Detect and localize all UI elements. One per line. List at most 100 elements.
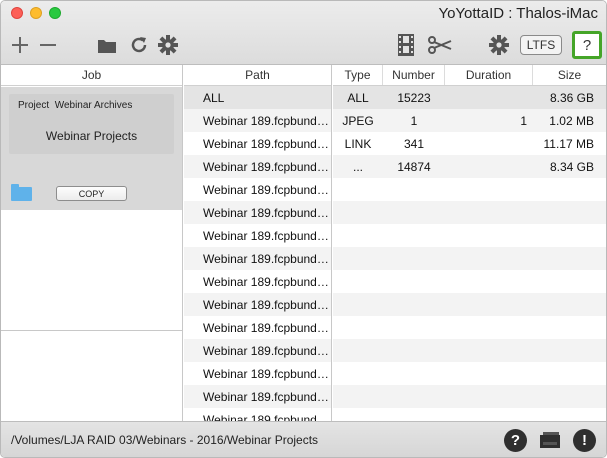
stats-row (333, 362, 606, 385)
job-header-label: Job (81, 68, 102, 82)
path-row[interactable]: Webinar 189.fcpbund… (184, 362, 331, 385)
size-cell: 1.02 MB (549, 113, 594, 128)
path-row[interactable]: Webinar 189.fcpbund… (184, 293, 331, 316)
type-cell: ... (352, 159, 363, 174)
path-cell: Webinar 189.fcpbund… (203, 205, 329, 220)
project-name: Webinar Archives (54, 100, 133, 111)
duration-header[interactable]: Duration (445, 65, 533, 85)
type-header[interactable]: Type (333, 65, 383, 85)
duration-cell (445, 86, 533, 109)
duration-cell: 1 (520, 113, 527, 128)
path-row[interactable]: Webinar 189.fcpbund… (184, 385, 331, 408)
path-cell: ALL (203, 90, 225, 105)
stats-pane: Type Number Duration Size ALL 15223 8.36 G… (333, 65, 606, 421)
help-button[interactable]: ? (572, 31, 602, 59)
path-cell: Webinar 189.fcpbund… (203, 136, 329, 151)
folder-icon[interactable] (96, 35, 118, 55)
job-name: Webinar Projects (45, 129, 138, 143)
path-row[interactable]: Webinar 189.fcpbund… (184, 178, 331, 201)
close-window-button[interactable] (11, 7, 23, 19)
size-cell: 8.34 GB (549, 159, 594, 174)
path-pane: Path ALL Webinar 189.fcpbund… Webinar 189.… (184, 65, 332, 421)
copy-button[interactable]: COPY (56, 186, 127, 201)
path-row[interactable]: Webinar 189.fcpbund… (184, 339, 331, 362)
type-cell: LINK (344, 136, 372, 151)
minus-icon[interactable] (38, 35, 58, 55)
duration-cell (445, 132, 533, 155)
path-row[interactable]: Webinar 189.fcpbund… (184, 247, 331, 270)
duration-cell (445, 155, 533, 178)
job-card[interactable]: Project Webinar Archives Webinar Project… (1, 87, 182, 210)
path-row[interactable]: Webinar 189.fcpbund… (184, 224, 331, 247)
status-bar: /Volumes/LJA RAID 03/Webinars - 2016/Web… (1, 421, 606, 457)
ltfs-button[interactable]: LTFS (520, 35, 562, 55)
gear-icon[interactable] (488, 34, 510, 56)
stats-row[interactable]: ... 14874 8.34 GB (333, 155, 606, 178)
window-title: YoYottaID : Thalos-iMac (438, 5, 598, 22)
path-header-label: Path (245, 68, 270, 82)
stats-row (333, 385, 606, 408)
path-row[interactable]: Webinar 189.fcpbund… (184, 201, 331, 224)
job-info-box: Project Webinar Archives Webinar Project… (9, 94, 174, 154)
refresh-icon[interactable] (128, 34, 150, 56)
zoom-window-button[interactable] (49, 7, 61, 19)
path-cell: Webinar 189.fcpbund… (203, 297, 329, 312)
path-row[interactable]: ALL (184, 86, 331, 109)
path-cell: Webinar 189.fcpbund… (203, 320, 329, 335)
size-header[interactable]: Size (533, 65, 606, 85)
gear-icon[interactable] (157, 34, 179, 56)
stats-row (333, 339, 606, 362)
path-row[interactable]: Webinar 189.fcpbund… (184, 109, 331, 132)
type-cell: ALL (347, 90, 369, 105)
plus-icon[interactable] (10, 35, 30, 55)
job-column-header[interactable]: Job (1, 65, 182, 86)
tape-icon[interactable] (537, 430, 563, 452)
type-cell: JPEG (342, 113, 374, 128)
stats-row (333, 201, 606, 224)
path-cell: Webinar 189.fcpbund… (203, 366, 329, 381)
number-cell: 341 (403, 136, 425, 151)
stats-row[interactable]: JPEG 1 1 1.02 MB (333, 109, 606, 132)
size-cell: 8.36 GB (549, 90, 594, 105)
path-cell: Webinar 189.fcpbund… (203, 251, 329, 266)
stats-row[interactable]: LINK 341 11.17 MB (333, 132, 606, 155)
stats-row (333, 293, 606, 316)
path-cell: Webinar 189.fcpbund… (203, 182, 329, 197)
stats-column-headers: Type Number Duration Size (333, 65, 606, 86)
number-cell: 15223 (397, 90, 431, 105)
job-pane: Job Project Webinar Archives Webinar Pro… (1, 65, 183, 421)
number-cell: 14874 (397, 159, 431, 174)
scissors-icon[interactable] (427, 35, 453, 55)
path-cell: Webinar 189.fcpbund… (203, 389, 329, 404)
alert-icon[interactable]: ! (573, 429, 596, 452)
stats-row (333, 224, 606, 247)
stats-row (333, 247, 606, 270)
path-row[interactable]: Webinar 189.fcpbund… (184, 132, 331, 155)
film-icon[interactable] (395, 33, 417, 57)
path-row[interactable]: Webinar 189.fcpbund… (184, 316, 331, 339)
stats-row (333, 270, 606, 293)
path-row[interactable]: Webinar 189.fcpbund… (184, 155, 331, 178)
minimize-window-button[interactable] (30, 7, 42, 19)
path-cell: Webinar 189.fcpbund… (203, 412, 329, 422)
path-cell: Webinar 189.fcpbund… (203, 343, 329, 358)
stats-row (333, 178, 606, 201)
number-cell: 1 (410, 113, 418, 128)
path-list: ALL Webinar 189.fcpbund… Webinar 189.fcpbu… (184, 86, 331, 421)
number-header[interactable]: Number (383, 65, 445, 85)
path-cell: Webinar 189.fcpbund… (203, 159, 329, 174)
stats-row[interactable]: ALL 15223 8.36 GB (333, 86, 606, 109)
path-cell: Webinar 189.fcpbund… (203, 274, 329, 289)
path-row[interactable]: Webinar 189.fcpbund… (184, 270, 331, 293)
stats-row (333, 408, 606, 421)
folder-icon[interactable] (11, 184, 32, 201)
help-icon[interactable]: ? (504, 429, 527, 452)
path-column-header[interactable]: Path (184, 65, 331, 86)
current-path: /Volumes/LJA RAID 03/Webinars - 2016/Web… (11, 433, 319, 447)
project-label: Project (18, 100, 50, 111)
divider (1, 330, 182, 331)
path-row[interactable]: Webinar 189.fcpbund… (184, 408, 331, 422)
app-window: YoYottaID : Thalos-iMac LTFS ? Job Proje… (0, 0, 607, 458)
toolbar: YoYottaID : Thalos-iMac LTFS ? (1, 1, 606, 65)
stats-list: ALL 15223 8.36 GB JPEG 1 1 1.02 MB LINK 341 11.17… (333, 86, 606, 421)
